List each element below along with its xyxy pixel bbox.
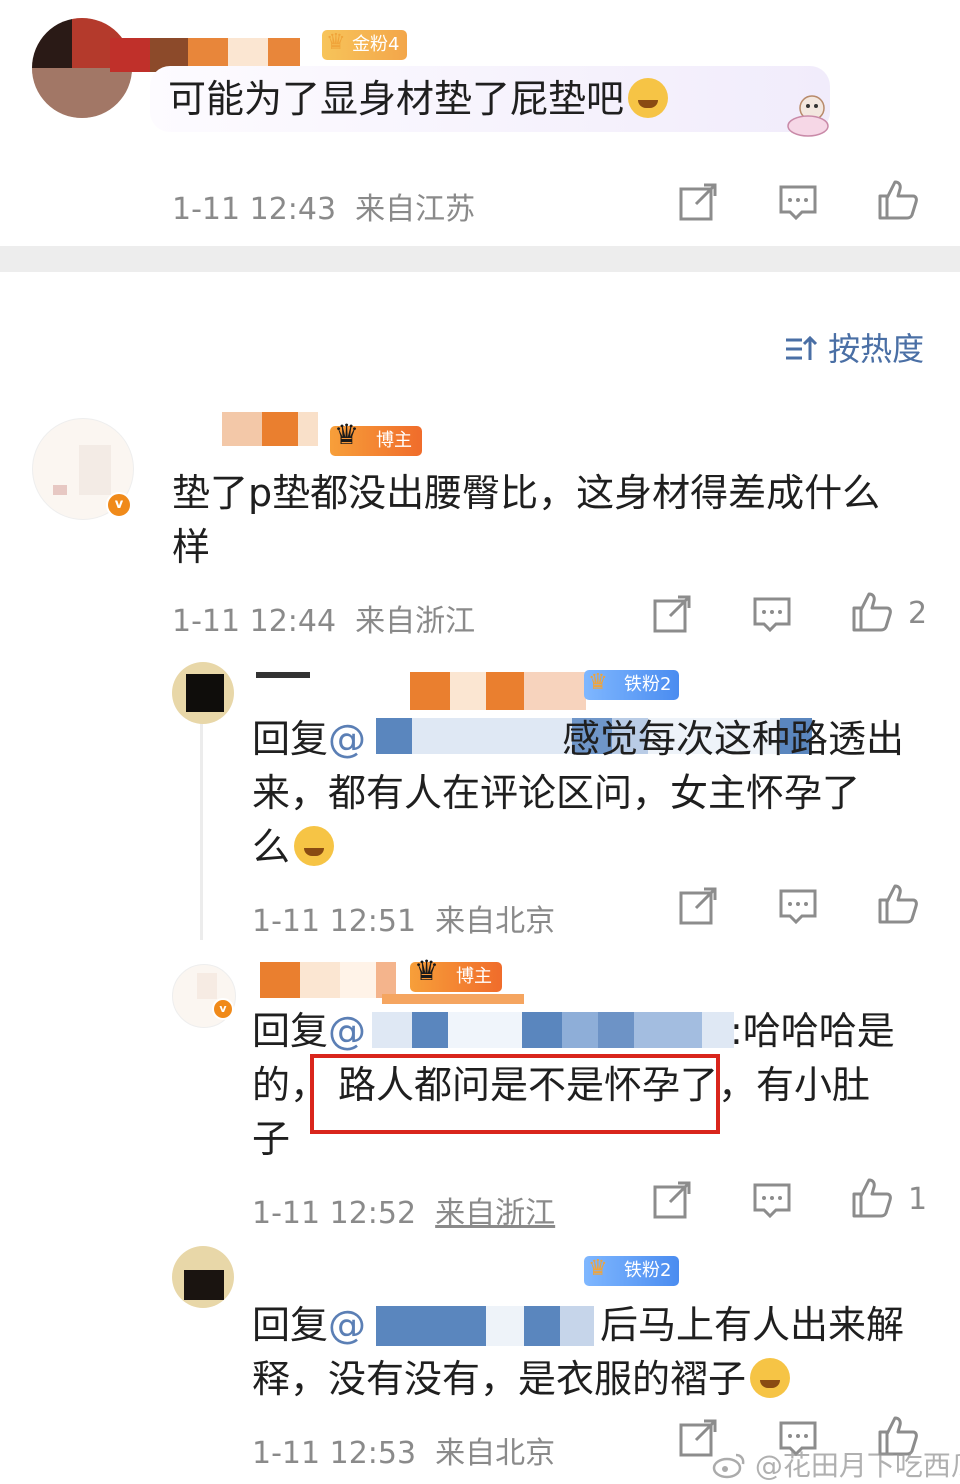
share-icon[interactable]	[650, 1178, 694, 1222]
like-icon[interactable]	[876, 178, 920, 222]
share-icon[interactable]	[676, 180, 720, 224]
like-icon[interactable]	[850, 1176, 894, 1220]
like-count: 2	[908, 596, 928, 631]
like-icon[interactable]	[850, 590, 894, 634]
highlight-box	[310, 1054, 720, 1134]
share-icon[interactable]	[676, 884, 720, 928]
blogger-badge: ♛ 博主	[410, 956, 502, 992]
unicorn-sticker-icon	[780, 92, 840, 140]
avatar[interactable]	[172, 662, 234, 724]
comment-text: 可能为了显身材垫了屁垫吧	[168, 72, 669, 126]
username-redacted[interactable]	[260, 962, 396, 998]
fan-crown-icon: ♛	[326, 30, 346, 55]
verified-badge-icon: v	[212, 998, 234, 1020]
weibo-watermark: @花田月下吃西瓜	[712, 1444, 960, 1484]
comment-time: 1-11 12:44 来自浙江	[172, 604, 476, 639]
comment-text: 垫了p垫都没出腰臀比，这身材得差成什么 样	[172, 471, 881, 569]
comment-icon[interactable]	[750, 1178, 794, 1222]
blogger-badge: ♛ 博主	[330, 420, 422, 456]
section-divider	[0, 246, 960, 272]
fan-crown-icon: ♛	[588, 1256, 608, 1281]
like-icon[interactable]	[876, 882, 920, 926]
verified-badge-icon: v	[106, 492, 132, 518]
fan-crown-icon: ♛	[588, 670, 608, 695]
iron-fan-badge: ♛ 铁粉2	[584, 1256, 680, 1286]
username-redacted[interactable]	[256, 672, 586, 710]
sort-icon	[786, 335, 818, 360]
avatar[interactable]	[172, 1246, 234, 1308]
fan-badge: ♛ 金粉4	[322, 30, 408, 60]
reply-time: 1-11 12:53 来自北京	[252, 1436, 556, 1471]
crown-icon: ♛	[334, 418, 360, 451]
reply-time: 1-11 12:52 来自浙江	[252, 1196, 556, 1231]
laugh-cry-emoji-icon	[750, 1358, 791, 1398]
sort-toggle[interactable]: 按热度	[784, 324, 924, 368]
reply-time: 1-11 12:51 来自北京	[252, 904, 556, 939]
comment-time: 1-11 12:43 来自江苏	[172, 192, 476, 227]
weibo-logo-icon	[712, 1453, 745, 1479]
like-count: 1	[908, 1182, 928, 1217]
share-icon[interactable]	[650, 592, 694, 636]
comment-icon[interactable]	[750, 592, 794, 636]
reply-text: 回复@ 后马上有人出来解 释，没有没有，是衣服的褶子	[252, 1303, 905, 1401]
mention-redacted[interactable]	[376, 1306, 594, 1346]
iron-fan-badge: ♛ 铁粉2	[584, 670, 680, 700]
username-redacted[interactable]	[222, 412, 318, 446]
comment-icon[interactable]	[776, 180, 820, 224]
comment-icon[interactable]	[776, 884, 820, 928]
mention-redacted[interactable]	[372, 1012, 734, 1048]
laugh-cry-emoji-icon	[294, 826, 335, 866]
thread-line	[200, 720, 203, 940]
crown-icon: ♛	[414, 954, 440, 987]
smirk-emoji-icon	[628, 78, 669, 118]
reply-text: 回复@ 感觉每次这种路透出 来，都有人在评论区问，女主怀孕了 么	[252, 717, 905, 869]
